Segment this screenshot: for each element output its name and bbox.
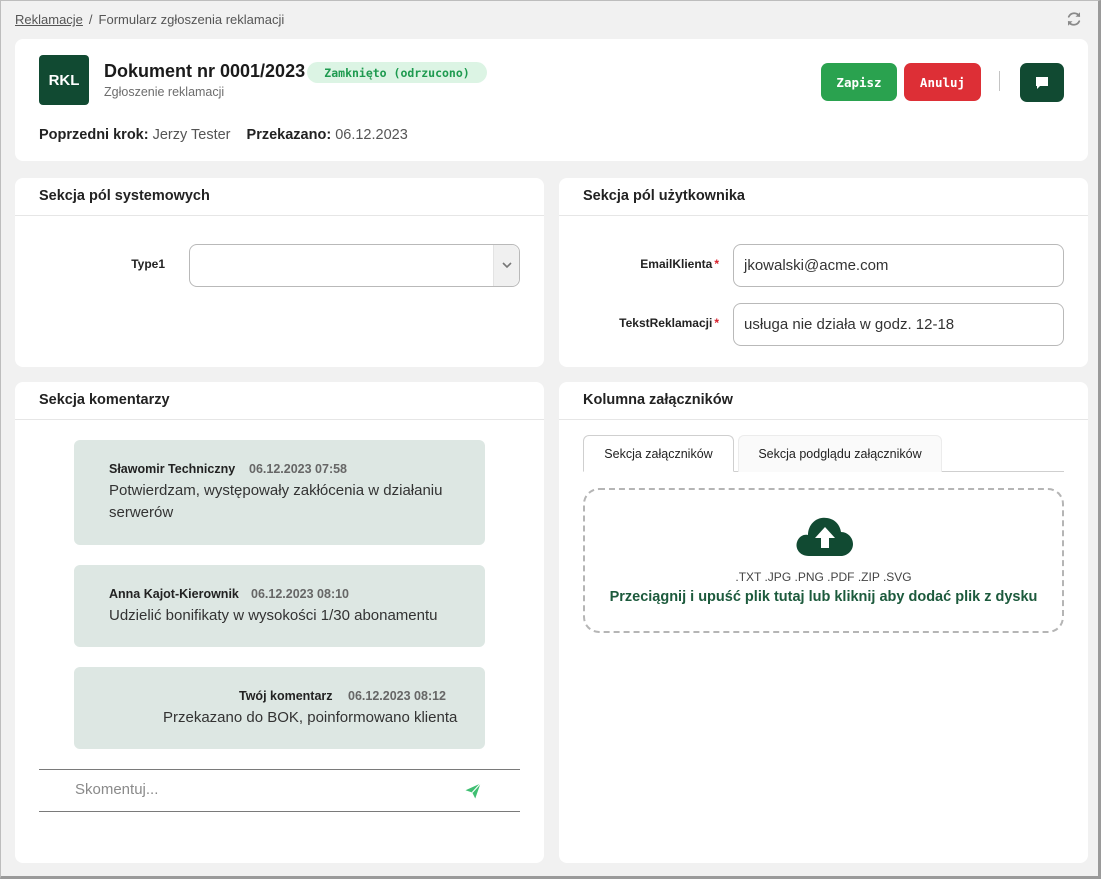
comment-time: 06.12.2023 08:10: [251, 587, 350, 601]
attachments-section: Kolumna załączników Sekcja podglądu załą…: [559, 382, 1088, 863]
section-title: Sekcja pól systemowych: [39, 188, 210, 204]
section-divider: [559, 419, 1088, 420]
complaint-text-label: TekstReklamacji *: [619, 316, 719, 330]
cloud-upload-icon: [796, 517, 853, 556]
app-frame: Reklamacje / Formularz zgłoszenia reklamac…: [0, 0, 1101, 879]
section-title: Kolumna załączników: [583, 392, 733, 408]
comment-author: Twój komentarz: [239, 689, 333, 703]
file-dropzone[interactable]: .TXT .JPG .PNG .PDF .ZIP .SVG Przeciągni…: [583, 488, 1064, 633]
comments-section: Sekcja komentarzy Sławomir Techniczny 06…: [15, 382, 544, 863]
comment-item: Sławomir Techniczny 06.12.2023 07:58 Pot…: [74, 440, 485, 545]
type1-select[interactable]: [189, 244, 520, 287]
complaint-text-field[interactable]: usługa nie działa w godz. 12-18: [733, 303, 1064, 346]
comment-input-row: Skomentuj...: [39, 769, 520, 812]
comment-text-line1: Potwierdzam, występowały zakłócenia w dz…: [109, 482, 443, 499]
section-divider: [15, 215, 544, 216]
breadcrumb-current: Formularz zgłoszenia reklamacji: [98, 12, 285, 27]
document-subtitle: Zgłoszenie reklamacji: [104, 85, 225, 99]
breadcrumb-link-reklamacje[interactable]: Reklamacje: [15, 12, 83, 27]
breadcrumb-separator: /: [88, 12, 93, 27]
tab-attachments-preview[interactable]: Sekcja podglądu załączników: [738, 435, 942, 472]
save-button[interactable]: Zapisz: [821, 63, 897, 101]
section-title: Sekcja pól użytkownika: [583, 188, 745, 204]
own-comment-item: Twój komentarz 06.12.2023 08:12 Przekaza…: [74, 667, 485, 749]
comment-time: 06.12.2023 07:58: [249, 462, 348, 476]
attachments-tabs: Sekcja podglądu załączników Sekcja załąc…: [583, 435, 1064, 472]
required-marker: *: [714, 257, 719, 271]
system-fields-section: Sekcja pól systemowych Type1: [15, 178, 544, 367]
user-fields-section: Sekcja pól użytkownika EmailKlienta * jko…: [559, 178, 1088, 367]
cancel-button[interactable]: Anuluj: [904, 63, 981, 101]
required-marker: *: [714, 316, 719, 330]
chat-button[interactable]: [1020, 63, 1064, 102]
email-label-text: EmailKlienta: [640, 257, 713, 271]
section-title: Sekcja komentarzy: [39, 392, 170, 408]
document-title: Dokument nr 0001/2023: [104, 61, 306, 81]
comment-text-line1: Udzielić bonifikaty w wysokości 1/30 abo…: [109, 607, 438, 624]
toolbar-divider: [999, 71, 1000, 91]
prev-step-label: Poprzedni krok:: [39, 127, 149, 143]
workflow-meta: Poprzedni krok: Jerzy Tester Przekazano:…: [39, 127, 408, 143]
comment-author: Anna Kajot-Kierownik: [109, 587, 239, 601]
section-divider: [15, 419, 544, 420]
section-divider: [559, 215, 1088, 216]
tab-attachments[interactable]: Sekcja załączników: [583, 435, 734, 472]
dropzone-instructions: Przeciągnij i upuść plik tutaj lub klikn…: [609, 589, 1038, 605]
comment-item: Anna Kajot-Kierownik 06.12.2023 08:10 Ud…: [74, 565, 485, 647]
status-badge: Zamknięto (odrzucono): [307, 62, 487, 83]
handed-over-label: Przekazano:: [246, 127, 332, 143]
email-label: EmailKlienta *: [640, 257, 719, 271]
chat-bubble-icon: [1036, 76, 1048, 89]
complaint-text-label-text: TekstReklamacji: [619, 316, 713, 330]
allowed-extensions: .TXT .JPG .PNG .PDF .ZIP .SVG: [735, 570, 912, 584]
document-type-logo: RKL: [39, 55, 89, 105]
email-field[interactable]: jkowalski@acme.com: [733, 244, 1064, 287]
comment-input[interactable]: Skomentuj...: [75, 781, 158, 798]
chevron-down-icon: [501, 262, 512, 269]
document-header: RKL Dokument nr 0001/2023 Zamknięto (odr…: [15, 39, 1088, 161]
type1-label: Type1: [131, 257, 165, 271]
comment-time: 06.12.2023 08:12: [348, 689, 447, 703]
breadcrumb: Reklamacje / Formularz zgłoszenia reklamac…: [15, 12, 284, 27]
select-arrow[interactable]: [493, 245, 519, 286]
handed-over-value: 06.12.2023: [335, 127, 408, 143]
send-icon[interactable]: [464, 782, 482, 800]
refresh-icon[interactable]: [1065, 10, 1083, 28]
comment-text-line1: Przekazano do BOK, poinformowano klienta: [163, 709, 458, 726]
comment-text-line2: serwerów: [109, 504, 174, 521]
prev-step-value: Jerzy Tester: [152, 127, 231, 143]
comment-author: Sławomir Techniczny: [109, 462, 236, 476]
